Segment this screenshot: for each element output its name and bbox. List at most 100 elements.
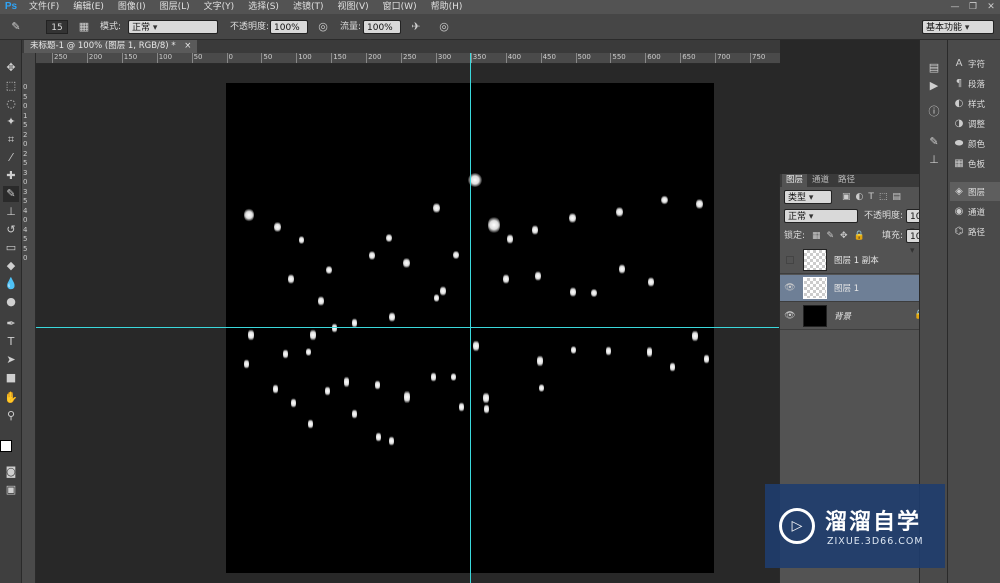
dock-item-swatches[interactable]: ▦ 色板: [950, 154, 1000, 173]
dock-label: 路径: [968, 227, 986, 238]
dock-item-paragraph[interactable]: ¶ 段落: [950, 74, 1000, 93]
healing-tool-icon[interactable]: ✚: [3, 168, 19, 184]
lasso-tool-icon[interactable]: ◌: [3, 96, 19, 112]
quick-mask-icon[interactable]: ◙: [3, 464, 19, 480]
dock-item-paths[interactable]: ⌬ 路径: [950, 222, 1000, 241]
shape-tool-icon[interactable]: ■: [3, 370, 19, 386]
zoom-tool-icon[interactable]: ⚲: [3, 408, 19, 424]
paint-dab: [308, 418, 313, 430]
marquee-tool-icon[interactable]: ⬚: [3, 78, 19, 94]
menu-type[interactable]: 文字(Y): [197, 0, 242, 14]
history-icon[interactable]: ▤: [926, 60, 942, 76]
tab-paths[interactable]: 路径: [834, 174, 859, 187]
paint-dab: [539, 383, 544, 393]
magic-wand-tool-icon[interactable]: ✦: [3, 114, 19, 130]
brush-presets-icon[interactable]: ✎: [926, 134, 942, 150]
layer-filter-select[interactable]: 类型: [784, 190, 832, 204]
layer-filter-icons[interactable]: ▣◐T⬚▤: [842, 190, 906, 204]
ruler-tick-label: 3: [23, 168, 28, 177]
path-select-tool-icon[interactable]: ➤: [3, 352, 19, 368]
mode-select[interactable]: 正常: [128, 20, 218, 34]
menu-help[interactable]: 帮助(H): [424, 0, 470, 14]
menu-window[interactable]: 窗口(W): [376, 0, 424, 14]
ruler-tick-label: 550: [610, 53, 626, 63]
foreground-color-swatch[interactable]: [0, 440, 12, 452]
actions-icon[interactable]: ▶: [926, 78, 942, 94]
crop-tool-icon[interactable]: ⌗: [3, 132, 19, 148]
layer-name[interactable]: 背景: [834, 310, 851, 322]
menu-filter[interactable]: 滤镜(T): [286, 0, 331, 14]
clone-source-icon[interactable]: ⊥: [926, 152, 942, 168]
ruler-tick-label: 200: [366, 53, 381, 63]
dock-item-adjustments[interactable]: ◑ 调整: [950, 114, 1000, 133]
paint-dab: [386, 233, 392, 243]
menu-layer[interactable]: 图层(L): [153, 0, 197, 14]
menu-file[interactable]: 文件(F): [22, 0, 66, 14]
eye-icon[interactable]: 👁: [784, 309, 796, 323]
paint-bucket-tool-icon[interactable]: ◆: [3, 258, 19, 274]
flow-input[interactable]: 100%: [363, 20, 401, 34]
document-tab[interactable]: 未标题-1 @ 100% (图层 1, RGB/8) * ×: [24, 40, 198, 53]
paint-dab: [244, 208, 254, 222]
blend-mode-select[interactable]: 正常: [784, 209, 858, 223]
pressure-opacity-icon[interactable]: ◎: [315, 19, 331, 35]
document-tab-bar: 未标题-1 @ 100% (图层 1, RGB/8) * ×: [22, 40, 780, 53]
lock-icons[interactable]: ▦✎✥🔒: [812, 229, 871, 243]
paint-dab: [569, 212, 576, 224]
type-tool-icon[interactable]: T: [3, 334, 19, 350]
dock-label: 图层: [968, 187, 986, 198]
layer-row[interactable]: 👁 背景 🔒: [780, 303, 937, 330]
guide-horizontal[interactable]: [36, 327, 780, 328]
paint-dab: [532, 224, 538, 236]
dodge-tool-icon[interactable]: ●: [3, 294, 19, 310]
screen-mode-icon[interactable]: ▣: [3, 482, 19, 498]
tab-layers[interactable]: 图层: [782, 174, 808, 187]
opacity-input[interactable]: 100%: [270, 20, 308, 34]
hand-tool-icon[interactable]: ✋: [3, 390, 19, 406]
paths-icon: ⌬: [954, 226, 964, 237]
ruler-tick-label: 150: [121, 53, 137, 63]
workspace-select[interactable]: 基本功能: [922, 20, 994, 34]
ruler-tick-label: 0: [226, 53, 233, 63]
blur-tool-icon[interactable]: 💧: [3, 276, 19, 292]
restore-button[interactable]: ❐: [964, 0, 982, 14]
ruler-vertical[interactable]: 0501520253035404550: [22, 53, 36, 583]
layer-name[interactable]: 图层 1 副本: [834, 254, 879, 266]
dock-item-color[interactable]: ⬬ 颜色: [950, 134, 1000, 153]
dock-item-layers[interactable]: ◈ 图层: [950, 182, 1000, 201]
menu-view[interactable]: 视图(V): [330, 0, 375, 14]
close-button[interactable]: ✕: [982, 0, 1000, 14]
menu-image[interactable]: 图像(I): [111, 0, 153, 14]
dock-item-character[interactable]: A 字符: [950, 54, 1000, 73]
document-tab-close[interactable]: ×: [184, 41, 191, 51]
layer-row-selected[interactable]: 👁 图层 1: [780, 275, 937, 302]
history-brush-tool-icon[interactable]: ↺: [3, 222, 19, 238]
paint-dab: [507, 233, 513, 245]
eyedropper-tool-icon[interactable]: ⁄: [3, 150, 19, 166]
info-icon[interactable]: ⓘ: [926, 104, 942, 120]
layer-row[interactable]: 图层 1 副本: [780, 247, 937, 274]
eye-icon[interactable]: 👁: [784, 281, 796, 295]
menu-select[interactable]: 选择(S): [241, 0, 286, 14]
stamp-tool-icon[interactable]: ⊥: [3, 204, 19, 220]
brush-size[interactable]: 15: [46, 20, 68, 34]
layer-name[interactable]: 图层 1: [834, 282, 859, 294]
visibility-toggle-off[interactable]: [786, 256, 794, 264]
photoshop-logo: Ps: [4, 1, 18, 12]
dock-item-styles[interactable]: ◐ 样式: [950, 94, 1000, 113]
brush-tool-icon[interactable]: ✎: [3, 186, 19, 202]
move-tool-icon[interactable]: ✥: [3, 60, 19, 76]
pen-tool-icon[interactable]: ✒: [3, 316, 19, 332]
ruler-horizontal[interactable]: 250 200 150 100 50 0 50 100 150 200 250 300 350 400 45…: [36, 53, 780, 64]
minimize-button[interactable]: —: [946, 0, 964, 14]
guide-vertical[interactable]: [470, 53, 471, 583]
brush-panel-icon[interactable]: ▦: [76, 19, 92, 35]
airbrush-icon[interactable]: ✈: [408, 19, 424, 35]
dock-item-channels[interactable]: ◉ 通道: [950, 202, 1000, 221]
tab-channels[interactable]: 通道: [808, 174, 833, 187]
menu-edit[interactable]: 编辑(E): [66, 0, 111, 14]
brush-tool-icon[interactable]: ✎: [8, 19, 24, 35]
eraser-tool-icon[interactable]: ▭: [3, 240, 19, 256]
pressure-size-icon[interactable]: ◎: [436, 19, 452, 35]
paint-dab: [344, 375, 349, 389]
